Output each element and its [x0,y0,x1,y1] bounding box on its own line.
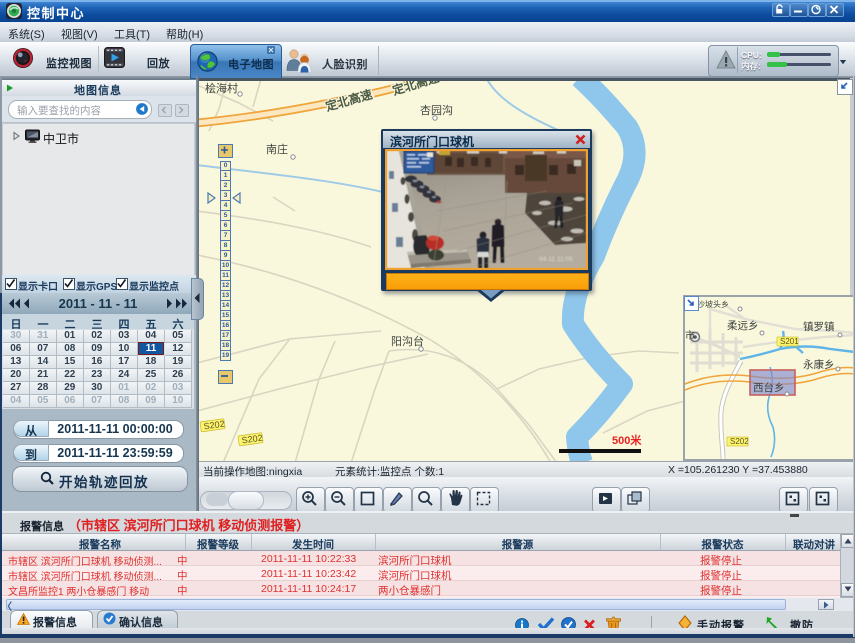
svg-text:南庄: 南庄 [266,142,288,156]
svg-text:永康乡: 永康乡 [803,358,835,371]
svg-text:镇罗镇: 镇罗镇 [803,320,835,333]
svg-text:阳沟台: 阳沟台 [391,334,424,348]
svg-text:S201: S201 [780,337,799,346]
svg-text:04-11 11:05: 04-11 11:05 [539,256,573,263]
svg-text:S202: S202 [730,437,749,446]
svg-text:500米: 500米 [612,433,642,447]
svg-text:沙坡头乡: 沙坡头乡 [697,299,729,309]
svg-text:西台乡: 西台乡 [753,381,785,394]
svg-text:市: 市 [685,329,695,342]
svg-text:杏园沟: 杏园沟 [420,104,453,117]
svg-text:柔远乡: 柔远乡 [727,320,759,332]
svg-text:桧海村: 桧海村 [205,81,238,95]
